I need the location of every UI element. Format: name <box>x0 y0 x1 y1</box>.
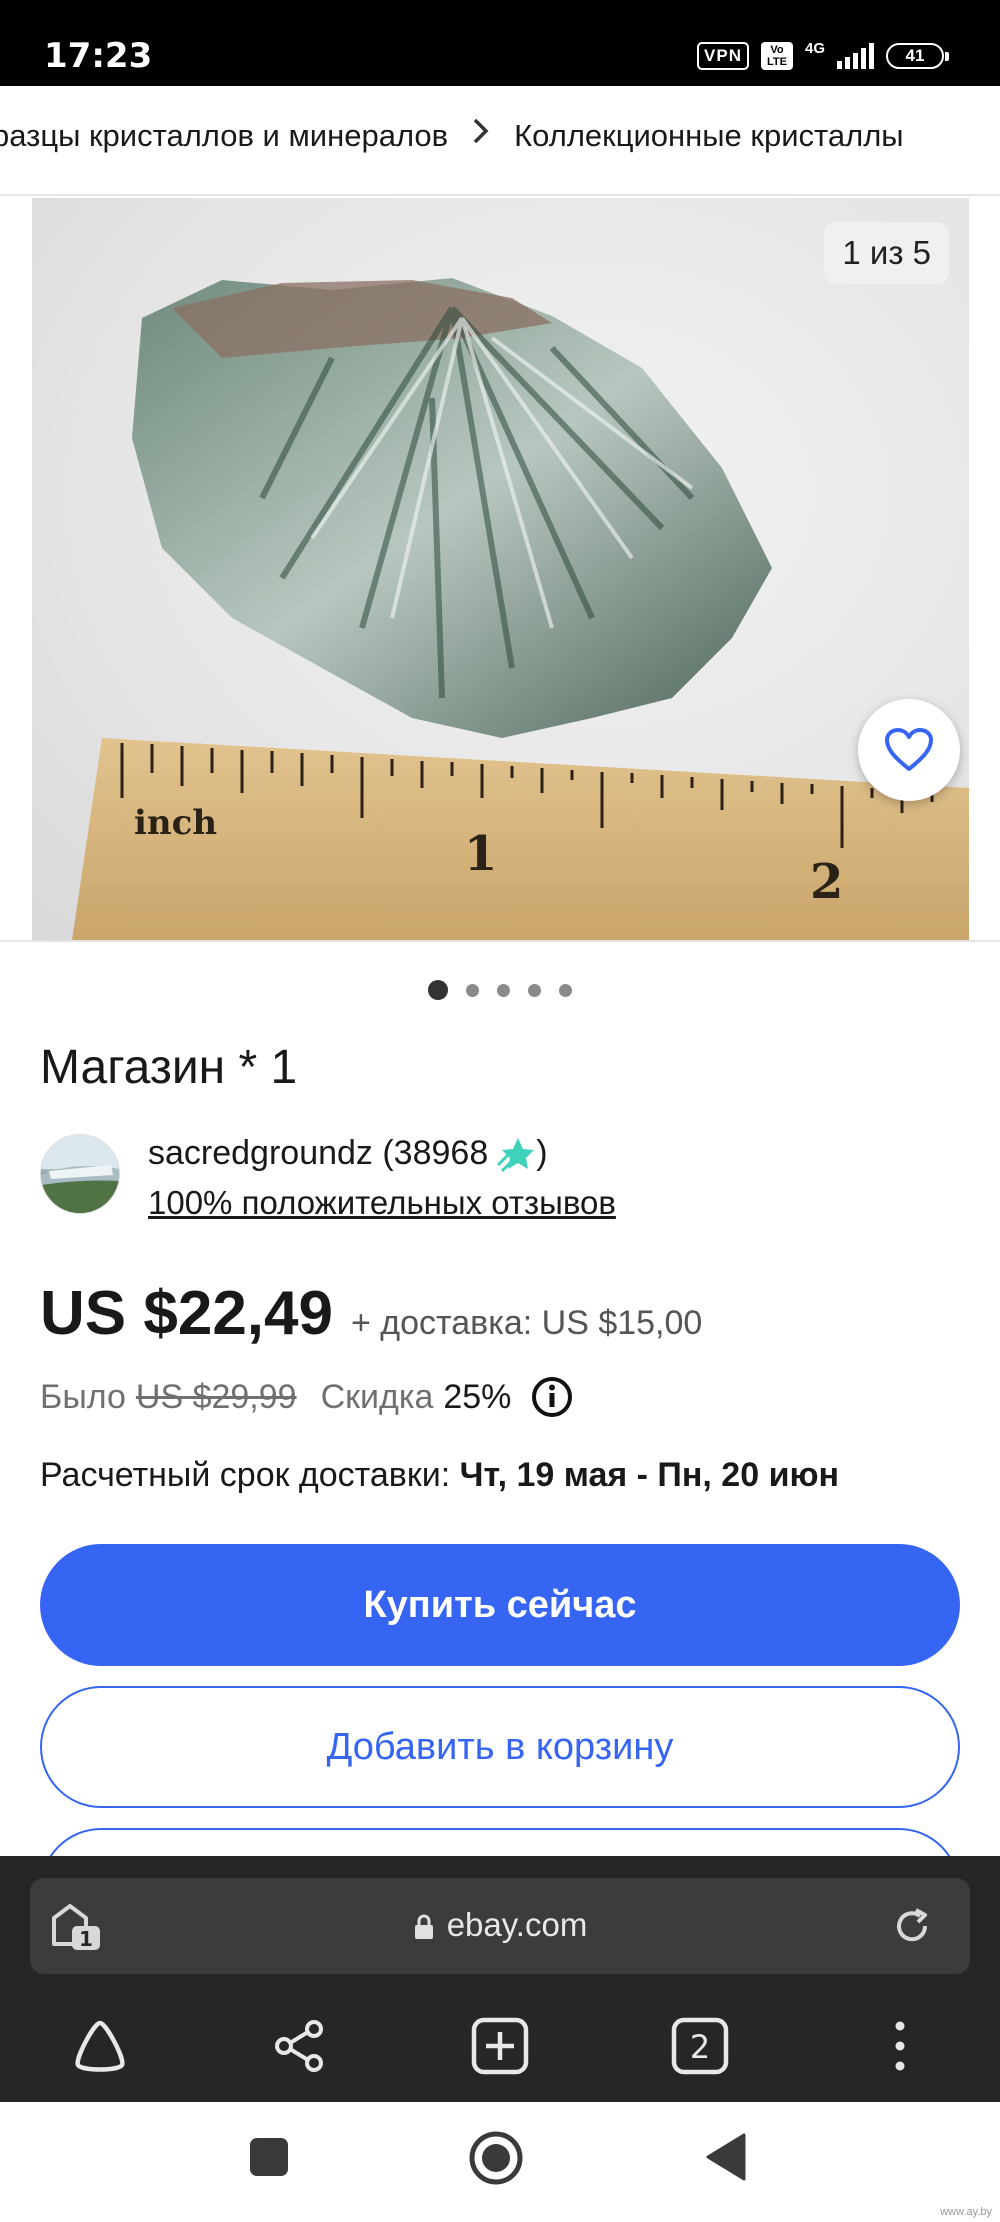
product-photo[interactable]: inch 1 2 1 из 5 <box>32 198 969 940</box>
seller-name[interactable]: sacredgroundz (38968 ) <box>148 1134 548 1173</box>
price: US $22,49 <box>40 1279 333 1348</box>
share-button[interactable] <box>268 2014 332 2078</box>
gallery-dot[interactable] <box>528 983 541 997</box>
seller-star-icon <box>497 1137 535 1172</box>
seller-name-text[interactable]: sacredgroundz (38968 <box>148 1134 488 1173</box>
system-navigation: www.ay.by <box>0 2102 1000 2222</box>
tabs-icon: 2 <box>671 2017 729 2075</box>
browser-toolbar: 1 ebay.com 2 <box>0 1856 1000 2102</box>
ruler-mark-1: 1 <box>464 826 497 882</box>
recents-icon[interactable] <box>248 2136 290 2178</box>
discount-label: Скидка <box>320 1377 434 1416</box>
mineral-image: inch 1 2 <box>72 278 969 940</box>
seller-feedback-link[interactable]: 100% положительных отзывов <box>148 1184 616 1222</box>
gallery-dot[interactable] <box>559 983 572 997</box>
network-type: 4G <box>804 39 825 57</box>
shipping-cost: + доставка: US $15,00 <box>351 1304 703 1342</box>
discount-value: 25% <box>443 1377 512 1416</box>
signal-icon <box>837 43 874 69</box>
url-text[interactable]: ebay.com <box>30 1906 970 1944</box>
listing-title: Магазин * 1 <box>40 1041 298 1094</box>
breadcrumb: разцы кристаллов и минералов Коллекционн… <box>0 86 1000 196</box>
battery-icon: 41 <box>886 43 949 69</box>
image-gallery[interactable]: inch 1 2 1 из 5 <box>0 196 1000 942</box>
seller-name-close: ) <box>536 1134 548 1172</box>
reload-icon[interactable] <box>892 1906 932 1946</box>
delivery-dates: Чт, 19 мая - Пн, 20 июн <box>459 1456 840 1494</box>
ruler-mark-2: 2 <box>810 854 843 910</box>
price-row: US $22,49 + доставка: US $15,00 <box>40 1278 702 1349</box>
was-price: US $29,99 <box>135 1377 297 1416</box>
share-icon <box>275 2020 323 2072</box>
status-icons: VPN Vo LTE 4G 41 <box>697 38 949 74</box>
watermark: www.ay.by <box>940 2206 992 2218</box>
gallery-dot[interactable] <box>428 980 448 1000</box>
seller-avatar[interactable] <box>40 1134 120 1214</box>
add-to-cart-button[interactable]: Добавить в корзину <box>40 1686 960 1808</box>
lock-icon <box>414 1914 433 1940</box>
breadcrumb-item-minerals[interactable]: разцы кристаллов и минералов <box>0 118 448 154</box>
url-value[interactable]: ebay.com <box>447 1906 588 1943</box>
delivery-label: Расчетный срок доставки: <box>40 1456 451 1494</box>
back-icon[interactable] <box>704 2132 748 2182</box>
screen: 17:23 VPN Vo LTE 4G 41 разцы кристаллов … <box>0 0 1000 2222</box>
ruler-inch-label: inch <box>134 803 217 843</box>
heart-icon <box>885 728 933 771</box>
was-label: Было <box>40 1377 126 1416</box>
status-time: 17:23 <box>44 36 153 76</box>
chevron-right-icon <box>470 116 492 155</box>
volte-icon: Vo LTE <box>760 42 793 70</box>
browser-home-icon <box>75 2020 125 2072</box>
browser-nav: 2 <box>0 1996 1000 2096</box>
menu-icon <box>895 2021 905 2071</box>
vpn-icon: VPN <box>697 42 749 70</box>
breadcrumb-item-crystals[interactable]: Коллекционные кристаллы <box>514 118 903 154</box>
gallery-dots[interactable] <box>0 980 1000 1000</box>
discount-row: Было US $29,99 Скидка 25% <box>40 1376 573 1418</box>
delivery-estimate: Расчетный срок доставки: Чт, 19 мая - Пн… <box>40 1456 839 1495</box>
seller-info[interactable]: sacredgroundz (38968 ) 100% положительны… <box>40 1132 960 1232</box>
new-tab-icon <box>471 2017 529 2075</box>
gallery-dot[interactable] <box>466 983 479 997</box>
status-bar: 17:23 VPN Vo LTE 4G 41 <box>0 0 1000 86</box>
image-counter: 1 из 5 <box>824 222 949 284</box>
svg-text:2: 2 <box>690 2028 710 2066</box>
gallery-dot[interactable] <box>497 983 510 997</box>
info-icon[interactable] <box>531 1376 573 1418</box>
home-icon[interactable] <box>468 2130 524 2186</box>
watchlist-button[interactable] <box>858 699 960 801</box>
menu-button[interactable] <box>868 2014 932 2078</box>
buy-now-button[interactable]: Купить сейчас <box>40 1544 960 1666</box>
browser-home-button[interactable] <box>68 2014 132 2078</box>
address-bar[interactable]: 1 ebay.com <box>30 1878 970 1974</box>
new-tab-button[interactable] <box>468 2014 532 2078</box>
tabs-button[interactable]: 2 <box>668 2014 732 2078</box>
